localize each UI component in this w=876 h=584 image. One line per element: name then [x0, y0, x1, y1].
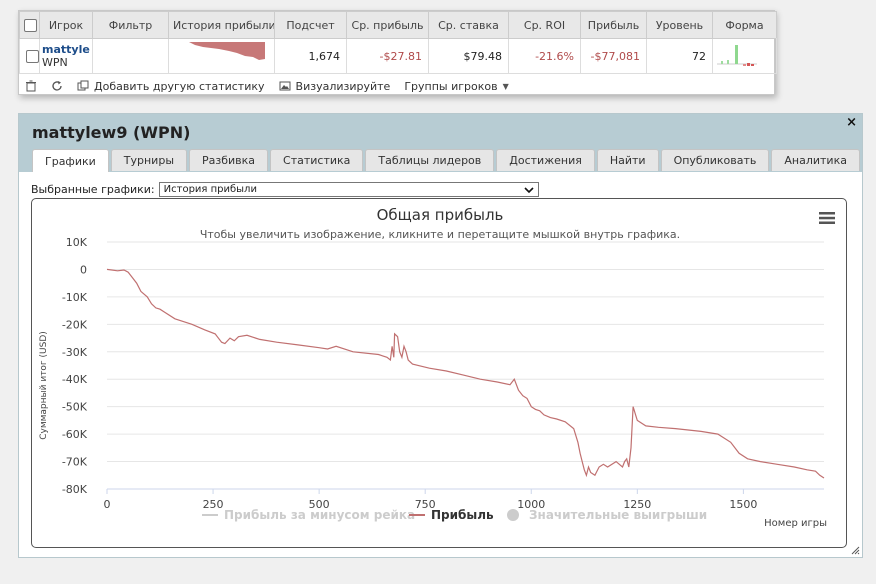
- legend-item-net-profit[interactable]: Прибыль за минусом рейка: [202, 508, 415, 522]
- avg-roi-cell: -21.6%: [508, 38, 581, 74]
- player-groups-label: Группы игроков: [404, 79, 498, 93]
- add-statistic-button[interactable]: Добавить другую статистику: [77, 80, 265, 93]
- column-header-form[interactable]: Форма: [712, 11, 777, 39]
- column-header-avg-profit[interactable]: Ср. прибыль: [346, 11, 429, 39]
- table-header-row: Игрок Фильтр История прибыли Подсчет Ср.…: [19, 11, 777, 39]
- profit-history-sparkline: [189, 42, 265, 60]
- player-site: WPN: [42, 56, 68, 69]
- level-cell: 72: [646, 38, 713, 74]
- y-axis-label: Суммарный итог (USD): [39, 331, 49, 440]
- profit-series-line[interactable]: [106, 268, 825, 479]
- column-header-avg-roi[interactable]: Ср. ROI: [508, 11, 581, 39]
- graph-select-label: Выбранные графики:: [31, 183, 155, 196]
- select-all-checkbox[interactable]: [24, 18, 37, 32]
- x-tick-label: 250: [203, 498, 224, 511]
- tab-analytics[interactable]: Аналитика: [771, 149, 860, 171]
- tab-leaderboards[interactable]: Таблицы лидеров: [365, 149, 495, 171]
- column-header-count[interactable]: Подсчет: [274, 11, 347, 39]
- legend-label: Прибыль: [431, 508, 494, 522]
- legend-label: Значительные выигрыши: [529, 508, 707, 522]
- window-header: mattylew9 (WPN) × Графики Турниры Разбив…: [19, 114, 862, 172]
- y-tick-label: -80K: [62, 483, 88, 496]
- tab-statistics[interactable]: Статистика: [270, 149, 364, 171]
- trash-icon: [26, 80, 36, 92]
- y-tick-label: 10K: [66, 236, 88, 249]
- player-window: mattylew9 (WPN) × Графики Турниры Разбив…: [18, 113, 863, 558]
- graph-select-row: Выбранные графики: История прибыли: [31, 182, 539, 197]
- graph-select-dropdown[interactable]: История прибыли: [158, 182, 539, 197]
- refresh-button[interactable]: [51, 80, 63, 92]
- graph-select-value: История прибыли: [163, 184, 257, 195]
- x-axis-label: Номер игры: [764, 518, 827, 529]
- count-cell: 1,674: [274, 38, 347, 74]
- tab-breakdown[interactable]: Разбивка: [189, 149, 269, 171]
- visualize-button[interactable]: Визуализируйте: [279, 79, 391, 93]
- y-tick-label: -60K: [62, 428, 88, 441]
- visualize-label: Визуализируйте: [295, 79, 391, 93]
- legend-symbol: [507, 509, 519, 521]
- profit-chart[interactable]: Общая прибыль Чтобы увеличить изображени…: [32, 199, 848, 549]
- legend-item-big-wins[interactable]: Значительные выигрыши: [507, 508, 707, 522]
- x-tick-label: 1500: [729, 498, 757, 511]
- chevron-down-icon: [524, 186, 534, 193]
- tab-graphs[interactable]: Графики: [32, 149, 109, 172]
- stats-toolbar: Добавить другую статистику Визуализируйт…: [19, 74, 774, 98]
- y-tick-label: -70K: [62, 456, 88, 469]
- window-title: mattylew9 (WPN): [32, 123, 191, 142]
- y-tick-label: -40K: [62, 373, 88, 386]
- column-header-filter[interactable]: Фильтр: [92, 11, 169, 39]
- chart-container[interactable]: Общая прибыль Чтобы увеличить изображени…: [31, 198, 847, 548]
- delete-button[interactable]: [25, 80, 37, 92]
- y-tick-label: -10K: [62, 291, 88, 304]
- avg-stake-cell: $79.48: [428, 38, 509, 74]
- image-icon: [279, 81, 291, 91]
- x-tick-label: 0: [104, 498, 111, 511]
- close-icon[interactable]: ×: [846, 115, 857, 130]
- chart-subtitle: Чтобы увеличить изображение, кликните и …: [200, 228, 680, 241]
- y-tick-label: -30K: [62, 346, 88, 359]
- y-tick-label: 0: [80, 263, 87, 276]
- player-name-link[interactable]: mattylew9: [42, 43, 90, 56]
- tab-publish[interactable]: Опубликовать: [660, 149, 770, 171]
- add-statistic-label: Добавить другую статистику: [94, 79, 265, 93]
- row-checkbox[interactable]: [26, 49, 39, 63]
- column-header-profit[interactable]: Прибыль: [580, 11, 647, 39]
- tab-find[interactable]: Найти: [596, 149, 659, 171]
- profit-history-sparkline-cell: [168, 38, 275, 74]
- row-select-cell[interactable]: [19, 38, 40, 74]
- form-cell: [712, 38, 777, 74]
- menu-icon[interactable]: [819, 211, 835, 225]
- player-cell: mattylew9 WPN: [39, 38, 93, 74]
- filter-cell: [92, 38, 169, 74]
- y-tick-label: -20K: [62, 318, 88, 331]
- tab-tournaments[interactable]: Турниры: [110, 149, 188, 171]
- caret-down-icon: ▼: [502, 81, 509, 91]
- legend-label: Прибыль за минусом рейка: [224, 508, 415, 522]
- stats-table: Игрок Фильтр История прибыли Подсчет Ср.…: [19, 11, 777, 74]
- chart-title: Общая прибыль: [377, 206, 504, 224]
- stats-panel: Игрок Фильтр История прибыли Подсчет Ср.…: [18, 10, 777, 98]
- column-header-profit-history[interactable]: История прибыли: [168, 11, 275, 39]
- avg-profit-cell: -$27.81: [346, 38, 429, 74]
- select-all-cell[interactable]: [19, 11, 40, 39]
- tab-achievements[interactable]: Достижения: [496, 149, 595, 171]
- profit-cell: -$77,081: [580, 38, 647, 74]
- column-header-player[interactable]: Игрок: [39, 11, 93, 39]
- resize-grip-icon[interactable]: [851, 546, 860, 555]
- tab-bar: Графики Турниры Разбивка Статистика Табл…: [32, 149, 860, 172]
- column-header-level[interactable]: Уровень: [646, 11, 713, 39]
- form-sparkline: [717, 45, 757, 66]
- refresh-icon: [52, 81, 62, 91]
- column-header-avg-stake[interactable]: Ср. ставка: [428, 11, 509, 39]
- player-groups-dropdown[interactable]: Группы игроков ▼: [404, 80, 508, 93]
- table-row: mattylew9 WPN 1,674 -$27.81 $79.48 -21.6…: [19, 38, 777, 74]
- add-stats-icon: [77, 80, 89, 91]
- y-tick-label: -50K: [62, 401, 88, 414]
